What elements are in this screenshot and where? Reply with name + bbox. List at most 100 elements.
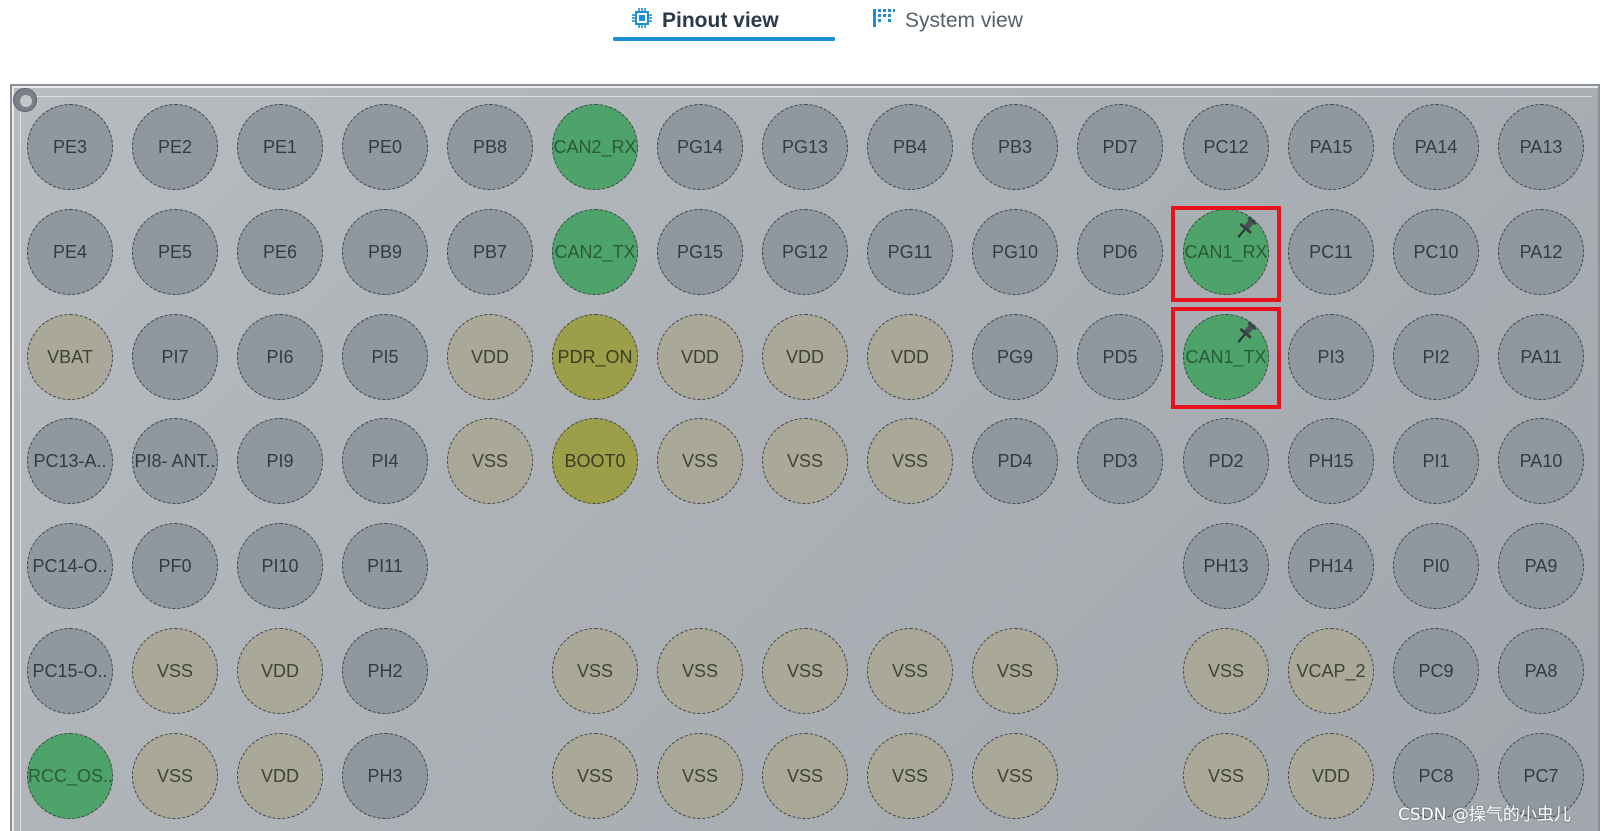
pin-pi1[interactable]: PI1 — [1393, 418, 1479, 504]
pin-vss[interactable]: VSS — [972, 628, 1058, 714]
pin-pe0[interactable]: PE0 — [342, 104, 428, 190]
pin-pd5[interactable]: PD5 — [1077, 314, 1163, 400]
pin-pb7[interactable]: PB7 — [447, 209, 533, 295]
pin-vss[interactable]: VSS — [972, 733, 1058, 819]
pin-pi4[interactable]: PI4 — [342, 418, 428, 504]
pin-vss[interactable]: VSS — [762, 733, 848, 819]
pin-pg10[interactable]: PG10 — [972, 209, 1058, 295]
pin-pe1[interactable]: PE1 — [237, 104, 323, 190]
pin-pi10[interactable]: PI10 — [237, 523, 323, 609]
pin-can2-rx[interactable]: CAN2_RX — [552, 104, 638, 190]
pin-pc11[interactable]: PC11 — [1288, 209, 1374, 295]
pin-pg15[interactable]: PG15 — [657, 209, 743, 295]
pin-pe5[interactable]: PE5 — [132, 209, 218, 295]
pin-ph14[interactable]: PH14 — [1288, 523, 1374, 609]
pin-vss[interactable]: VSS — [1183, 733, 1269, 819]
pin-vss[interactable]: VSS — [657, 628, 743, 714]
pin-ph15[interactable]: PH15 — [1288, 418, 1374, 504]
pin-pa14[interactable]: PA14 — [1393, 104, 1479, 190]
pin-pe2[interactable]: PE2 — [132, 104, 218, 190]
pin-vdd[interactable]: VDD — [762, 314, 848, 400]
pin-pi8-ant[interactable]: PI8- ANT.. — [132, 418, 218, 504]
pin-vbat[interactable]: VBAT — [27, 314, 113, 400]
pin-vss[interactable]: VSS — [762, 418, 848, 504]
pin-pa15[interactable]: PA15 — [1288, 104, 1374, 190]
pin-vss[interactable]: VSS — [552, 628, 638, 714]
pin-vss[interactable]: VSS — [867, 628, 953, 714]
pin-vdd[interactable]: VDD — [657, 314, 743, 400]
pin-pi3[interactable]: PI3 — [1288, 314, 1374, 400]
pin-label: VSS — [576, 765, 614, 786]
pin-pb9[interactable]: PB9 — [342, 209, 428, 295]
pin-pa13[interactable]: PA13 — [1498, 104, 1584, 190]
pin-ph13[interactable]: PH13 — [1183, 523, 1269, 609]
tab-pinout-view[interactable]: Pinout view — [631, 6, 779, 36]
pin-label: PC9 — [1418, 660, 1454, 681]
pin-vdd[interactable]: VDD — [867, 314, 953, 400]
pin-ph2[interactable]: PH2 — [342, 628, 428, 714]
pin-pg12[interactable]: PG12 — [762, 209, 848, 295]
pin-pg13[interactable]: PG13 — [762, 104, 848, 190]
pin-pg11[interactable]: PG11 — [867, 209, 953, 295]
pin-vdd[interactable]: VDD — [447, 314, 533, 400]
pin-pdr-on[interactable]: PDR_ON — [552, 314, 638, 400]
pin-vss[interactable]: VSS — [867, 733, 953, 819]
pin-pd7[interactable]: PD7 — [1077, 104, 1163, 190]
pin-pb8[interactable]: PB8 — [447, 104, 533, 190]
pin-vdd[interactable]: VDD — [237, 628, 323, 714]
pin-ph3[interactable]: PH3 — [342, 733, 428, 819]
pin-pd4[interactable]: PD4 — [972, 418, 1058, 504]
pin-pa9[interactable]: PA9 — [1498, 523, 1584, 609]
pin-boot0[interactable]: BOOT0 — [552, 418, 638, 504]
pin-vss[interactable]: VSS — [132, 628, 218, 714]
pin-pc10[interactable]: PC10 — [1393, 209, 1479, 295]
pin-pb3[interactable]: PB3 — [972, 104, 1058, 190]
pin-pf0[interactable]: PF0 — [132, 523, 218, 609]
pin-vss[interactable]: VSS — [447, 418, 533, 504]
pin-pi5[interactable]: PI5 — [342, 314, 428, 400]
pin-pb4[interactable]: PB4 — [867, 104, 953, 190]
pin-pa12[interactable]: PA12 — [1498, 209, 1584, 295]
pin-pi0[interactable]: PI0 — [1393, 523, 1479, 609]
pin-label: PG9 — [996, 346, 1034, 367]
pin-vdd[interactable]: VDD — [237, 733, 323, 819]
pin-pa10[interactable]: PA10 — [1498, 418, 1584, 504]
pin-vss[interactable]: VSS — [552, 733, 638, 819]
pin-vss[interactable]: VSS — [657, 418, 743, 504]
pin-pi2[interactable]: PI2 — [1393, 314, 1479, 400]
pin-label: PI4 — [371, 450, 399, 471]
pin-vss[interactable]: VSS — [132, 733, 218, 819]
pin-pi6[interactable]: PI6 — [237, 314, 323, 400]
pin-can2-tx[interactable]: CAN2_TX — [552, 209, 638, 295]
pin-pc9[interactable]: PC9 — [1393, 628, 1479, 714]
pin-pe6[interactable]: PE6 — [237, 209, 323, 295]
pin-vss[interactable]: VSS — [1183, 628, 1269, 714]
pin-pg14[interactable]: PG14 — [657, 104, 743, 190]
pin-pc15-o[interactable]: PC15-O.. — [27, 628, 113, 714]
pin-label: PG13 — [781, 136, 829, 157]
pin-pg9[interactable]: PG9 — [972, 314, 1058, 400]
pin-pi11[interactable]: PI11 — [342, 523, 428, 609]
pin-pd6[interactable]: PD6 — [1077, 209, 1163, 295]
pin-rcc-os[interactable]: RCC_OS.. — [27, 733, 113, 819]
pin-pi7[interactable]: PI7 — [132, 314, 218, 400]
pin-vss[interactable]: VSS — [657, 733, 743, 819]
pin-vss[interactable]: VSS — [762, 628, 848, 714]
pin-pa8[interactable]: PA8 — [1498, 628, 1584, 714]
pin-pi9[interactable]: PI9 — [237, 418, 323, 504]
pin-vdd[interactable]: VDD — [1288, 733, 1374, 819]
pin-pa11[interactable]: PA11 — [1498, 314, 1584, 400]
pin-pe4[interactable]: PE4 — [27, 209, 113, 295]
pin-label: PC11 — [1309, 241, 1353, 262]
tab-system-view[interactable]: System view — [872, 6, 1023, 36]
pin1-marker — [13, 88, 37, 112]
pin-pc13-a[interactable]: PC13-A.. — [27, 418, 113, 504]
pin-pe3[interactable]: PE3 — [27, 104, 113, 190]
pin-pd3[interactable]: PD3 — [1077, 418, 1163, 504]
pin-label: PB3 — [997, 136, 1033, 157]
pin-pc14-o[interactable]: PC14-O.. — [27, 523, 113, 609]
pin-vss[interactable]: VSS — [867, 418, 953, 504]
pin-pd2[interactable]: PD2 — [1183, 418, 1269, 504]
pin-pc12[interactable]: PC12 — [1183, 104, 1269, 190]
pin-vcap-2[interactable]: VCAP_2 — [1288, 628, 1374, 714]
